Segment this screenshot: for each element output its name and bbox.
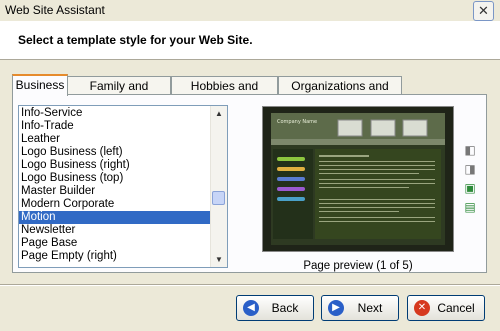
- preview-image: Company Name: [263, 107, 453, 251]
- title-bar: Web Site Assistant ✕: [0, 0, 500, 21]
- template-list: Info-Service Info-Trade Leather Logo Busine…: [19, 107, 211, 263]
- tab-business[interactable]: Business: [12, 74, 68, 96]
- list-item[interactable]: Logo Business (left): [19, 146, 211, 159]
- list-item[interactable]: Logo Business (top): [19, 172, 211, 185]
- page-prev-icon[interactable]: ◧: [463, 143, 477, 157]
- tab-family-and-personal[interactable]: Family and Personal: [67, 76, 171, 111]
- page-heading: Select a template style for your Web Sit…: [18, 33, 253, 47]
- list-item[interactable]: Newsletter: [19, 224, 211, 237]
- tab-organizations-and-clubs[interactable]: Organizations and Clubs: [278, 76, 402, 111]
- cancel-button-label: Cancel: [437, 301, 475, 315]
- next-arrow-icon: ▶: [328, 300, 344, 316]
- footer-divider: [0, 284, 500, 286]
- header-panel: Select a template style for your Web Sit…: [0, 21, 500, 60]
- next-button-label: Next: [357, 301, 383, 315]
- cancel-button[interactable]: ✕ Cancel: [407, 295, 485, 321]
- list-item[interactable]: Modern Corporate: [19, 198, 211, 211]
- list-item[interactable]: Page Base: [19, 237, 211, 250]
- cancel-icon: ✕: [414, 300, 430, 316]
- list-scrollbar[interactable]: ▲ ▼: [210, 106, 227, 267]
- export-page-icon[interactable]: ▤: [463, 200, 477, 214]
- list-item[interactable]: Leather: [19, 133, 211, 146]
- preview-caption: Page preview (1 of 5): [303, 260, 413, 272]
- list-item[interactable]: Info-Trade: [19, 120, 211, 133]
- tab-hobbies-and-events[interactable]: Hobbies and Events: [171, 76, 278, 111]
- template-preview: Company Name: [262, 106, 454, 252]
- scroll-up-arrow-icon[interactable]: ▲: [211, 106, 227, 121]
- back-button-label: Back: [271, 301, 299, 315]
- back-arrow-icon: ◀: [243, 300, 259, 316]
- scroll-thumb[interactable]: [212, 191, 225, 205]
- preview-brand-text: Company Name: [277, 119, 317, 125]
- close-button[interactable]: ✕: [473, 1, 494, 21]
- list-item[interactable]: Master Builder: [19, 185, 211, 198]
- scroll-down-arrow-icon[interactable]: ▼: [211, 252, 227, 267]
- add-page-icon[interactable]: ▣: [463, 181, 477, 195]
- list-item[interactable]: Logo Business (right): [19, 159, 211, 172]
- list-item[interactable]: Page Empty (right): [19, 250, 211, 263]
- list-item[interactable]: Motion: [19, 211, 211, 224]
- template-listbox[interactable]: Info-Service Info-Trade Leather Logo Busine…: [18, 105, 228, 268]
- next-button[interactable]: ▶ Next: [321, 295, 399, 321]
- page-next-icon[interactable]: ◨: [463, 162, 477, 176]
- back-button[interactable]: ◀ Back: [236, 295, 314, 321]
- window-title: Web Site Assistant: [5, 3, 105, 17]
- list-item[interactable]: Info-Service: [19, 107, 211, 120]
